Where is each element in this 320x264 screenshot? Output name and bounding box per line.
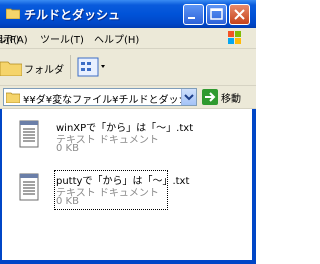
menu-tools[interactable]: ツール(T)	[40, 31, 84, 46]
chevron-down-icon	[184, 94, 194, 101]
text-file-icon	[19, 120, 39, 148]
close-icon	[234, 9, 245, 20]
file-item[interactable]: winXPで「から」は「〜」.txt テキスト ドキュメント 0 KB	[0, 119, 252, 163]
explorer-window: チルドとダッシュ ファイル(F) 表示(A) ツール(T) ヘルプ(H) フォル…	[0, 0, 256, 264]
folders-button[interactable]: フォルダ	[24, 61, 64, 76]
menu-bar: ファイル(F) 表示(A) ツール(T) ヘルプ(H)	[0, 28, 256, 49]
maximize-icon	[210, 8, 223, 20]
file-size: 0 KB	[56, 196, 79, 207]
folder-icon	[6, 92, 20, 103]
file-item[interactable]: puttyで「から」は「〜」.txt テキスト ドキュメント 0 KB	[0, 170, 252, 216]
menu-view[interactable]: 表示(A)	[0, 31, 28, 46]
file-list: winXPで「から」は「〜」.txt テキスト ドキュメント 0 KB putt…	[0, 109, 252, 260]
address-input[interactable]: ¥¥ダ¥変なファイル¥チルドとダッシュ	[3, 88, 197, 106]
text-file-icon	[19, 173, 39, 201]
close-button[interactable]	[229, 4, 250, 25]
views-icon[interactable]	[77, 57, 107, 77]
window-border	[0, 260, 256, 264]
go-arrow-icon[interactable]	[202, 89, 218, 105]
address-bar: ¥¥ダ¥変なファイル¥チルドとダッシュ 移動	[0, 86, 256, 109]
address-path: ¥¥ダ¥変なファイル¥チルドとダッシュ	[23, 95, 181, 106]
file-size: 0 KB	[56, 143, 79, 154]
folders-icon[interactable]	[0, 58, 22, 76]
minimize-button[interactable]	[183, 4, 204, 25]
window-border	[0, 109, 2, 264]
folder-icon	[6, 8, 20, 19]
title-bar[interactable]: チルドとダッシュ	[0, 0, 256, 28]
maximize-button[interactable]	[206, 4, 227, 25]
menu-help[interactable]: ヘルプ(H)	[94, 31, 139, 46]
windows-logo-icon	[228, 31, 241, 44]
window-title: チルドとダッシュ	[24, 8, 121, 22]
go-button[interactable]: 移動	[221, 90, 241, 105]
minimize-icon	[188, 17, 195, 19]
toolbar: フォルダ	[0, 49, 256, 86]
toolbar-separator	[70, 55, 71, 79]
window-border	[252, 109, 256, 264]
address-dropdown-button[interactable]	[181, 89, 196, 105]
